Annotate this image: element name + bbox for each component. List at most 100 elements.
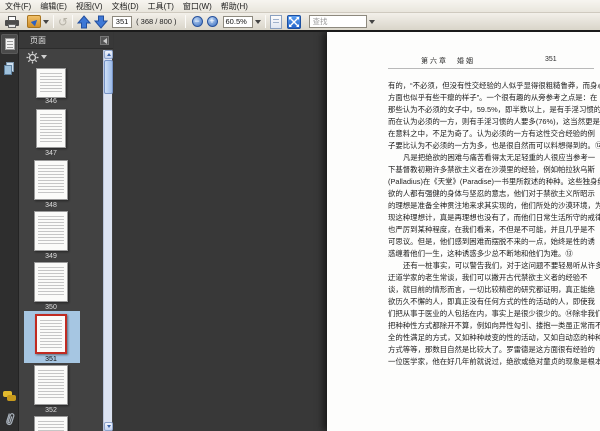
- thumbnail-page-next-partial[interactable]: [34, 416, 68, 431]
- chevron-down-icon: [43, 19, 49, 24]
- text-line: 而在认为必须的一方，则有手淫习惯的人要多(76%)，这当然更是: [388, 117, 600, 126]
- zoom-out-button[interactable]: −: [191, 16, 203, 27]
- thumbnail-page-347[interactable]: [36, 109, 66, 148]
- text-line: 那些认为不必须的女子中，59.5%，即半数以上，是有手淫习惯的；: [388, 105, 600, 114]
- text-line: 方面也似乎有些干瘪的样子”。一个很有趣的从旁参考之点是：在: [388, 93, 598, 102]
- scrollbar-thumb[interactable]: [104, 60, 113, 94]
- toolbar-separator: [264, 15, 266, 28]
- text-line: 在意料之中，不足为奇了。认为必须的一方有这性交合经验的例: [388, 129, 595, 138]
- fullscreen-icon: [286, 14, 301, 29]
- thumbnail-label: 347: [45, 150, 57, 157]
- thumbnail-page-352[interactable]: [34, 365, 68, 405]
- toolbar-separator: [184, 15, 186, 28]
- text-line: 现这种理想计，真是再理想也没有了，而他们日常生活所守的戒律: [388, 213, 600, 222]
- menu-help[interactable]: 帮助(H): [221, 1, 248, 12]
- text-line: (Palladius)在《天堂》(Paradise)一书里所叙述的种种。这些独身…: [388, 177, 600, 186]
- menu-view[interactable]: 视图(V): [76, 1, 103, 12]
- text-line: 全的性满足的方式，又如种种歧变的性的活动，又如自动恋的种种: [388, 333, 600, 342]
- nav-attachments-button[interactable]: [1, 408, 18, 428]
- menu-window[interactable]: 窗口(W): [183, 1, 212, 12]
- page-count-label: ( 368 / 800 ): [136, 17, 177, 26]
- print-button[interactable]: [5, 14, 19, 29]
- panel-options-row: [19, 49, 113, 65]
- pdf-reader-window: 文件(F) 编辑(E) 视图(V) 文档(D) 工具(T) 窗口(W) 帮助(H…: [0, 0, 600, 431]
- text-line: 也严厉到某种程度，在我们看来，不但是不可能，并且几乎是不: [388, 225, 595, 234]
- thumbnail-label: 348: [45, 202, 57, 209]
- page-scroll-icon: [269, 14, 282, 29]
- text-line: 子要比认为不必须的一方为多，也是很自然而可以料想得到的。⑫: [388, 141, 600, 150]
- up-arrow-icon: [77, 14, 92, 28]
- chevron-down-icon[interactable]: [368, 19, 375, 24]
- menu-edit[interactable]: 编辑(E): [40, 1, 67, 12]
- text-line: 把种种性方式都除开不算，例如向异性勾引、搂抱一类虽正常而不完: [388, 321, 600, 330]
- pages-panel-title: 页面: [30, 35, 46, 45]
- toolbar-separator: [53, 15, 54, 28]
- page-folio: 351: [545, 56, 557, 63]
- nav-pages-button[interactable]: [1, 34, 18, 54]
- toolbar: ↺ ( 368 / 800 ) − + 60.5%: [0, 13, 600, 30]
- thumbnail-label: 346: [45, 98, 57, 105]
- menu-document[interactable]: 文档(D): [112, 1, 139, 12]
- text-line: 迂道学家的老生常谈，我们可以撇开古代禁欲主义者的经验不: [388, 273, 588, 282]
- running-head: 第六章 婚姻: [421, 58, 475, 65]
- down-arrow-icon: [94, 15, 109, 29]
- chevron-down-icon[interactable]: [254, 19, 261, 24]
- scroll-up-arrow[interactable]: [104, 50, 113, 59]
- body-text: 有的，“不必须，但没有性交经验的人似乎显得很粗糙鲁莽，而身心 方面也似乎有些干瘪…: [388, 80, 600, 368]
- scroll-mode-button[interactable]: [269, 14, 282, 29]
- thumbnail-label: 349: [45, 253, 57, 260]
- text-line: 还有一桩事实，可以警告我们，对于这问题不要轻易听从许多: [403, 261, 600, 270]
- nav-icon-strip: [0, 32, 19, 431]
- text-line: 有的，“不必须，但没有性交经验的人似乎显得很粗糙鲁莽，而身心: [388, 81, 600, 90]
- thumbnail-label: 352: [45, 407, 57, 414]
- fullscreen-button[interactable]: [286, 14, 301, 29]
- scroll-down-arrow[interactable]: [104, 422, 113, 431]
- panel-collapse-button[interactable]: [100, 36, 109, 45]
- menu-file[interactable]: 文件(F): [5, 1, 31, 12]
- search-input[interactable]: [308, 15, 367, 28]
- next-page-button[interactable]: [94, 14, 109, 29]
- thumbnail-page-349[interactable]: [34, 211, 68, 251]
- pages-icon: [4, 38, 15, 50]
- text-line: 可思议。但是，他们感到困难而摆脱不来的一点，始终是性的诱: [388, 237, 595, 246]
- document-area[interactable]: 第六章 婚姻 351 有的，“不必须，但没有性交经验的人似乎显得很粗糙鲁莽，而身…: [114, 32, 600, 431]
- previous-page-button[interactable]: [77, 14, 92, 29]
- text-line: 欲的人都有强健的身体与坚忍的意志，他们对于禁欲主义所昭示: [388, 189, 595, 198]
- text-line: 方式等等，那数目自然是比较大了。罗雷德是这方面很有经验的: [388, 345, 595, 354]
- menu-tools[interactable]: 工具(T): [148, 1, 174, 12]
- previous-view-button[interactable]: ↺: [58, 14, 68, 29]
- chevron-down-icon[interactable]: [41, 55, 47, 59]
- printer-icon: [5, 15, 19, 28]
- layers-icon: [3, 61, 16, 75]
- zoom-level-value: 60.5%: [225, 17, 247, 26]
- thumbnail-label: 351: [45, 356, 57, 363]
- attachment-icon: [5, 412, 14, 425]
- export-icon: [27, 15, 41, 28]
- chevron-left-icon: [102, 37, 107, 44]
- page: 第六章 婚姻 351 有的，“不必须，但没有性交经验的人似乎显得很粗糙鲁莽，而身…: [327, 32, 600, 431]
- thumbnail-page-350[interactable]: [34, 262, 68, 302]
- thumbnail-page-348[interactable]: [34, 160, 68, 200]
- zoom-in-button[interactable]: +: [206, 16, 218, 27]
- page-number-input[interactable]: [112, 15, 133, 28]
- comments-icon: [3, 390, 16, 402]
- thumbnail-label: 350: [45, 304, 57, 311]
- text-line: 下基督教初期许多禁欲主义者在沙漠里的经验，例如帕拉狄乌斯: [388, 165, 595, 174]
- pages-panel-header: 页面: [19, 32, 113, 49]
- gear-icon[interactable]: [26, 51, 39, 64]
- thumbnail-page-346[interactable]: [36, 68, 66, 98]
- zoom-level-select[interactable]: 60.5%: [222, 15, 253, 28]
- thumbnail-page-351-selected[interactable]: [35, 314, 67, 354]
- export-button[interactable]: [27, 14, 49, 29]
- main-area: 页面 346 347 348 349 350 351 352 第六章 婚姻 35…: [0, 32, 600, 431]
- text-line: 凡是把绝欲的困难与痛苦看得太无足轻重的人很应当参考一: [403, 153, 596, 162]
- panel-scrollbar[interactable]: [103, 50, 113, 431]
- text-line: 们把从事于医业的人包括在内，事实上是很少很少的。⑭除非我们: [388, 309, 600, 318]
- nav-layers-button[interactable]: [1, 58, 18, 78]
- nav-comments-button[interactable]: [1, 386, 18, 406]
- toolbar-separator: [72, 15, 74, 28]
- text-line: 一位医学家，他在好几年前就说过，绝欲或绝对童贞的现象是根本: [388, 357, 600, 366]
- text-line: 谈，就目前的情形而言，一切比较精密的研究都证明，真正能绝: [388, 285, 595, 294]
- text-line: 的理想是准备全神贯注地来求其实现的，他们所处的沙漠环境，为实: [388, 201, 600, 210]
- pages-panel: 页面 346 347 348 349 350 351 352: [19, 32, 113, 431]
